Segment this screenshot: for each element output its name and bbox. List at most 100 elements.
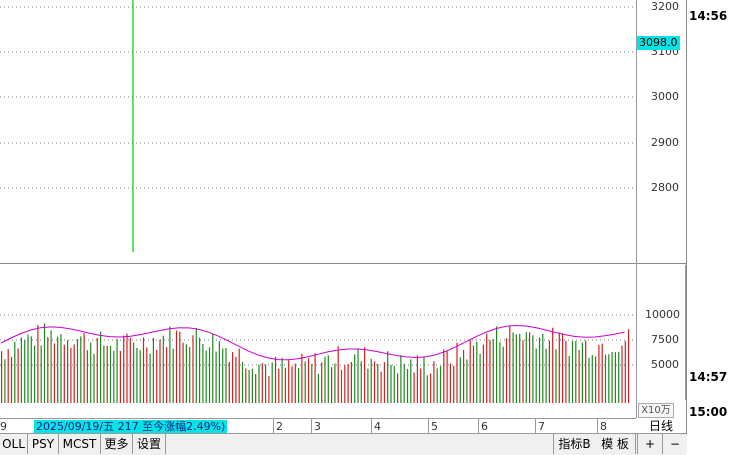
volume-bar [443, 349, 445, 403]
volume-unit-label: X10万 [638, 403, 674, 418]
volume-bar [10, 356, 13, 403]
volume-bar [505, 338, 508, 403]
axis-label-7500: 7500 [651, 333, 679, 346]
volume-bar [453, 365, 455, 403]
volume-bar [93, 353, 95, 403]
volume-bar [248, 369, 250, 403]
indicator-b-button[interactable]: 指标B [553, 434, 596, 454]
volume-bar [621, 345, 623, 403]
volume-bar [40, 345, 42, 403]
volume-bar [548, 340, 550, 403]
volume-bar [142, 337, 145, 403]
zoom-in-button[interactable]: + [637, 434, 662, 454]
date-mark: 9 [0, 420, 7, 433]
volume-bar [126, 333, 128, 403]
volume-bar [73, 344, 75, 403]
tab-more[interactable]: 更多 [101, 434, 133, 454]
volume-bar [565, 341, 567, 403]
volume-bar [430, 373, 432, 403]
volume-bars [1, 323, 630, 403]
volume-bar [86, 350, 88, 403]
volume-bar [400, 355, 402, 403]
volume-bar [529, 332, 531, 403]
volume-bar [581, 342, 583, 403]
volume-bar [482, 344, 484, 403]
volume-bar [331, 367, 333, 403]
template-button[interactable]: 模 板 [595, 434, 636, 454]
volume-bar [532, 335, 534, 403]
volume-bar [456, 342, 458, 403]
date-tick [273, 419, 274, 434]
volume-bar [571, 341, 574, 403]
volume-bar [129, 337, 131, 403]
tab-settings[interactable]: 设置 [133, 434, 166, 454]
volume-bar [373, 361, 376, 403]
volume-bar [189, 346, 191, 403]
tab-psy[interactable]: PSY [28, 434, 59, 454]
date-info-tag: 2025/09/19/五 217 至今涨幅2.49%) [34, 420, 228, 433]
axis-label-3000: 3000 [651, 90, 679, 103]
volume-bar [317, 374, 319, 403]
price-chart-panel[interactable] [0, 0, 636, 263]
volume-bar [169, 326, 171, 403]
volume-bar [20, 337, 22, 403]
volume-bar [604, 354, 607, 403]
volume-bar [152, 337, 154, 403]
indicator-tabs-bar: OLL PSY MCST 更多 设置 指标B 模 板 [0, 433, 686, 455]
volume-bar [509, 325, 511, 403]
volume-bar [449, 363, 451, 403]
volume-bar [27, 334, 29, 403]
volume-bar [83, 333, 85, 403]
tab-mcst[interactable]: MCST [59, 434, 101, 454]
volume-bar [103, 345, 105, 403]
volume-bar [364, 347, 366, 403]
date-tick [371, 419, 372, 434]
volume-bar [76, 339, 79, 403]
volume-bar [416, 355, 418, 403]
tab-oll[interactable]: OLL [0, 434, 28, 454]
volume-bar [413, 372, 415, 403]
volume-bar [406, 369, 409, 403]
volume-bar [522, 340, 524, 403]
volume-bar [294, 363, 296, 403]
axis-separator [637, 263, 687, 264]
volume-bar [274, 356, 277, 403]
volume-bar [175, 330, 178, 403]
volume-bar [43, 323, 46, 403]
volume-bar [552, 327, 554, 403]
volume-bar [24, 340, 26, 403]
volume-bar [67, 340, 69, 403]
volume-bar [7, 349, 9, 403]
volume-bar [591, 355, 593, 403]
volume-bar [96, 338, 98, 403]
volume-bar [525, 332, 527, 403]
volume-bar [515, 334, 517, 403]
volume-bar [393, 365, 395, 403]
axis-label-2900: 2900 [651, 136, 679, 149]
volume-bar [225, 348, 227, 403]
axis-label-2800: 2800 [651, 181, 679, 194]
date-mark: 2 [276, 420, 283, 433]
volume-bar [614, 352, 616, 403]
date-mark: 5 [431, 420, 438, 433]
volume-bar [469, 339, 471, 403]
volume-bar [344, 365, 346, 403]
date-mark: 4 [374, 420, 381, 433]
volume-bar [80, 336, 82, 403]
volume-bar [235, 356, 237, 403]
volume-bar [281, 357, 283, 403]
volume-chart-panel[interactable] [0, 265, 636, 418]
volume-bar [628, 329, 630, 403]
zoom-out-button[interactable]: − [662, 434, 687, 454]
volume-bar [387, 351, 389, 403]
panel-separator[interactable] [0, 263, 686, 264]
volume-bar [212, 334, 214, 403]
volume-bar [311, 363, 313, 403]
volume-bar [519, 333, 521, 403]
volume-bar [185, 344, 187, 403]
volume-bar [463, 349, 465, 403]
volume-bar [47, 337, 49, 403]
period-selector[interactable]: 日线 [637, 419, 685, 433]
volume-bar [535, 348, 537, 403]
volume-bar [146, 347, 148, 403]
